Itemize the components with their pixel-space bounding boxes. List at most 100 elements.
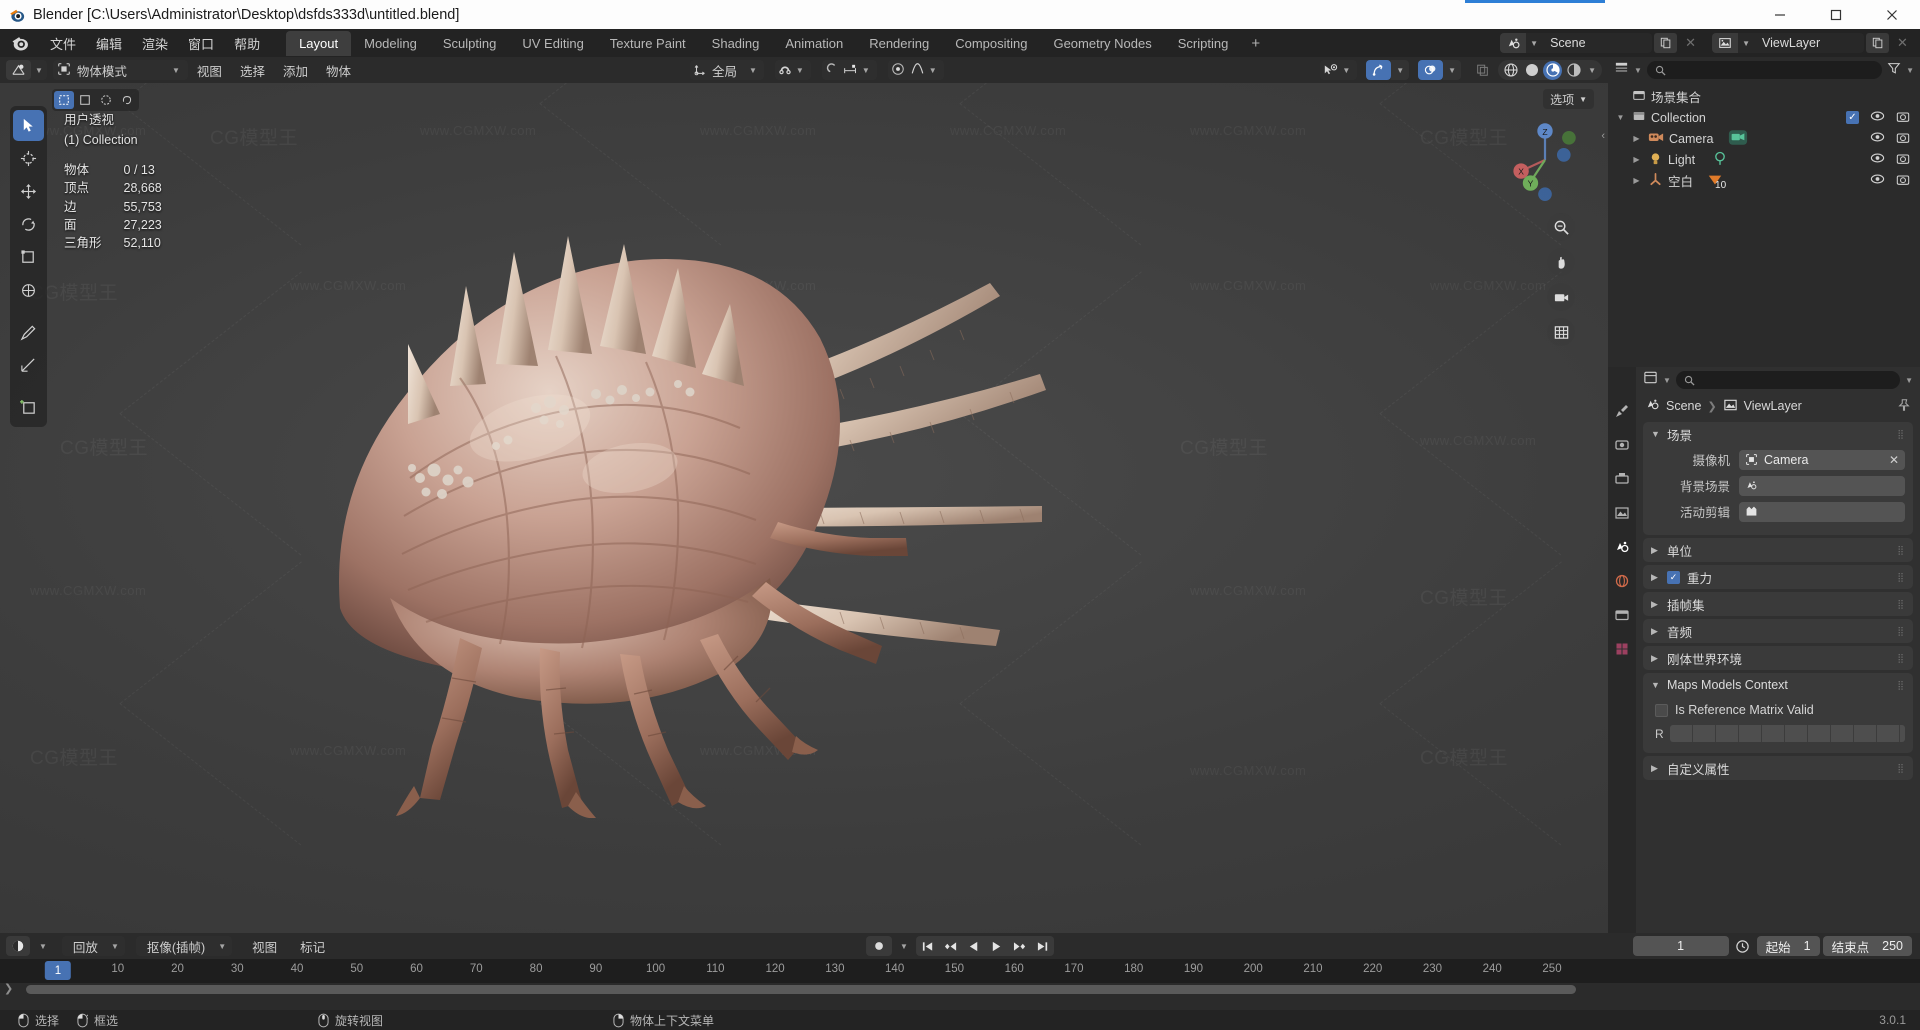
- tab-shading[interactable]: Shading: [699, 31, 773, 56]
- outliner-editor-type-icon[interactable]: [1614, 60, 1629, 80]
- tool-measure[interactable]: [13, 350, 44, 381]
- timeline-menu-keying[interactable]: 抠像(插帧): [138, 935, 214, 958]
- show-gizmo-button[interactable]: [1366, 60, 1392, 80]
- timeline-menu-playback[interactable]: 回放: [64, 935, 107, 958]
- tab-viewlayer-properties[interactable]: [1612, 503, 1632, 523]
- properties-search-input[interactable]: [1675, 371, 1901, 389]
- gizmo-chevron-icon[interactable]: ▼: [1391, 60, 1410, 80]
- keying-dropdown[interactable]: 抠像(插帧) ▼: [135, 935, 233, 958]
- viewlayer-selector[interactable]: ▼ ViewLayer: [1712, 33, 1864, 53]
- panel-scene-header[interactable]: ▼ 场景 ⣿: [1643, 422, 1913, 446]
- transform-orientation-selector[interactable]: 全局 ▼: [689, 60, 764, 80]
- visibility-selector[interactable]: ▼: [1320, 60, 1358, 80]
- end-frame-field[interactable]: 结束点 250: [1822, 936, 1912, 956]
- outliner-filter-icon[interactable]: [1887, 61, 1901, 80]
- timeline-playhead[interactable]: 1: [44, 961, 72, 980]
- auto-keyframe-chevron-icon[interactable]: ▼: [896, 942, 912, 951]
- outliner-type-chevron-icon[interactable]: ▼: [1634, 66, 1642, 75]
- empty-expand-icon[interactable]: ▶: [1630, 176, 1643, 185]
- tab-tool-properties[interactable]: [1612, 401, 1632, 421]
- timeline-ruler[interactable]: 1 10 20 30 40 50 60 70 80 90 100 110 120 130 140 150 160…: [0, 959, 1920, 983]
- proportional-editing-toggle[interactable]: ▼: [821, 60, 877, 80]
- wireframe-shading-button[interactable]: [1501, 61, 1520, 80]
- light-data-badge-icon[interactable]: [1710, 150, 1730, 170]
- outliner-item-empty[interactable]: ▶ 空白 10: [1608, 170, 1920, 191]
- timeline-editor-type-icon[interactable]: [6, 936, 30, 956]
- camera-render-icon[interactable]: [1896, 131, 1910, 147]
- outliner-item-camera[interactable]: ▶ Camera: [1608, 128, 1920, 149]
- 3d-viewport[interactable]: www.CGMXW.com CG模型王 www.CGMXW.com www.CG…: [0, 83, 1608, 933]
- new-scene-button[interactable]: [1654, 33, 1678, 53]
- zoom-button[interactable]: [1547, 213, 1575, 241]
- start-frame-field[interactable]: 起始 1: [1756, 936, 1820, 956]
- matrix-r-values[interactable]: [1669, 725, 1905, 742]
- tab-modeling[interactable]: Modeling: [351, 31, 430, 56]
- tab-texture-paint[interactable]: Texture Paint: [597, 31, 699, 56]
- close-button[interactable]: [1864, 0, 1920, 29]
- sidebar-toggle-arrow[interactable]: ‹: [1601, 130, 1605, 142]
- menu-edit[interactable]: 编辑: [86, 31, 132, 56]
- panel-units-header[interactable]: ▶ 单位 ⣿: [1643, 538, 1913, 562]
- camera-expand-icon[interactable]: ▶: [1630, 134, 1643, 143]
- outliner-item-collection[interactable]: ▼ Collection ✓: [1608, 107, 1920, 128]
- snapping-toggle[interactable]: ▼: [774, 60, 811, 80]
- outliner-search-input[interactable]: [1646, 61, 1883, 79]
- reference-matrix-valid-checkbox[interactable]: [1655, 703, 1668, 717]
- current-frame-field[interactable]: 1: [1632, 936, 1729, 956]
- menu-file[interactable]: 文件: [40, 31, 86, 56]
- properties-type-chevron-icon[interactable]: ▼: [1663, 376, 1671, 385]
- show-overlays-button[interactable]: [1418, 60, 1444, 80]
- tab-render-properties[interactable]: [1612, 435, 1632, 455]
- xray-toggle-button[interactable]: [1470, 60, 1495, 80]
- toggle-perspective-button[interactable]: [1547, 318, 1575, 346]
- pan-button[interactable]: [1547, 248, 1575, 276]
- tab-sculpting[interactable]: Sculpting: [430, 31, 509, 56]
- empty-render-icon[interactable]: [1896, 173, 1910, 189]
- timeline-menu-marker[interactable]: 标记: [291, 935, 334, 958]
- collection-eye-icon[interactable]: [1870, 110, 1885, 125]
- rendered-shading-button[interactable]: [1564, 61, 1583, 80]
- tab-output-properties[interactable]: [1612, 469, 1632, 489]
- tool-add-cube[interactable]: [13, 392, 44, 423]
- blender-menu-icon[interactable]: [10, 33, 30, 53]
- camera-data-badge-icon[interactable]: [1728, 129, 1748, 149]
- jump-to-next-keyframe-button[interactable]: [1008, 936, 1031, 956]
- panel-maps-header[interactable]: ▼ Maps Models Context ⣿: [1643, 673, 1913, 697]
- circle-select-button[interactable]: [96, 91, 116, 109]
- tool-annotate[interactable]: [13, 317, 44, 348]
- tool-move[interactable]: [13, 176, 44, 207]
- properties-editor-type-icon[interactable]: [1643, 370, 1658, 390]
- field-camera-clear-icon[interactable]: ✕: [1889, 453, 1899, 467]
- collection-camera-icon[interactable]: [1896, 110, 1910, 126]
- tweak-select-button[interactable]: [54, 91, 74, 109]
- timeline-expand-icon[interactable]: ❯: [4, 982, 13, 995]
- timeline-type-chevron-icon[interactable]: ▼: [35, 942, 51, 951]
- menu-help[interactable]: 帮助: [224, 31, 270, 56]
- jump-to-end-button[interactable]: [1031, 936, 1054, 956]
- breadcrumb-viewlayer-label[interactable]: ViewLayer: [1744, 399, 1802, 413]
- viewport-menu-object[interactable]: 物体: [317, 59, 360, 82]
- viewport-menu-view[interactable]: 视图: [188, 59, 231, 82]
- camera-view-button[interactable]: [1547, 283, 1575, 311]
- tool-scale[interactable]: [13, 242, 44, 273]
- jump-to-prev-keyframe-button[interactable]: [939, 936, 962, 956]
- solid-shading-button[interactable]: [1522, 61, 1541, 80]
- tab-layout[interactable]: Layout: [286, 30, 352, 56]
- light-render-icon[interactable]: [1896, 152, 1910, 168]
- playback-dropdown[interactable]: 回放 ▼: [61, 935, 125, 958]
- field-active-clip-value[interactable]: [1739, 501, 1905, 522]
- breadcrumb-scene-label[interactable]: Scene: [1666, 399, 1701, 413]
- pin-icon[interactable]: [1897, 398, 1911, 415]
- field-background-scene-value[interactable]: [1739, 475, 1905, 496]
- light-expand-icon[interactable]: ▶: [1630, 155, 1643, 164]
- interaction-mode-selector[interactable]: 物体模式 ▼: [52, 60, 188, 80]
- tab-collection-properties[interactable]: [1612, 605, 1632, 625]
- empty-data-badge[interactable]: 10: [1706, 173, 1726, 191]
- proportional-falloff-selector[interactable]: ▼: [887, 60, 944, 80]
- collection-enable-checkbox[interactable]: ✓: [1846, 111, 1859, 124]
- viewport-options-button[interactable]: 选项 ▼: [1543, 89, 1594, 109]
- properties-options-chevron-icon[interactable]: ▼: [1905, 376, 1913, 385]
- timeline-menu-view[interactable]: 视图: [243, 935, 286, 958]
- lasso-select-button[interactable]: [117, 91, 137, 109]
- menu-render[interactable]: 渲染: [132, 31, 178, 56]
